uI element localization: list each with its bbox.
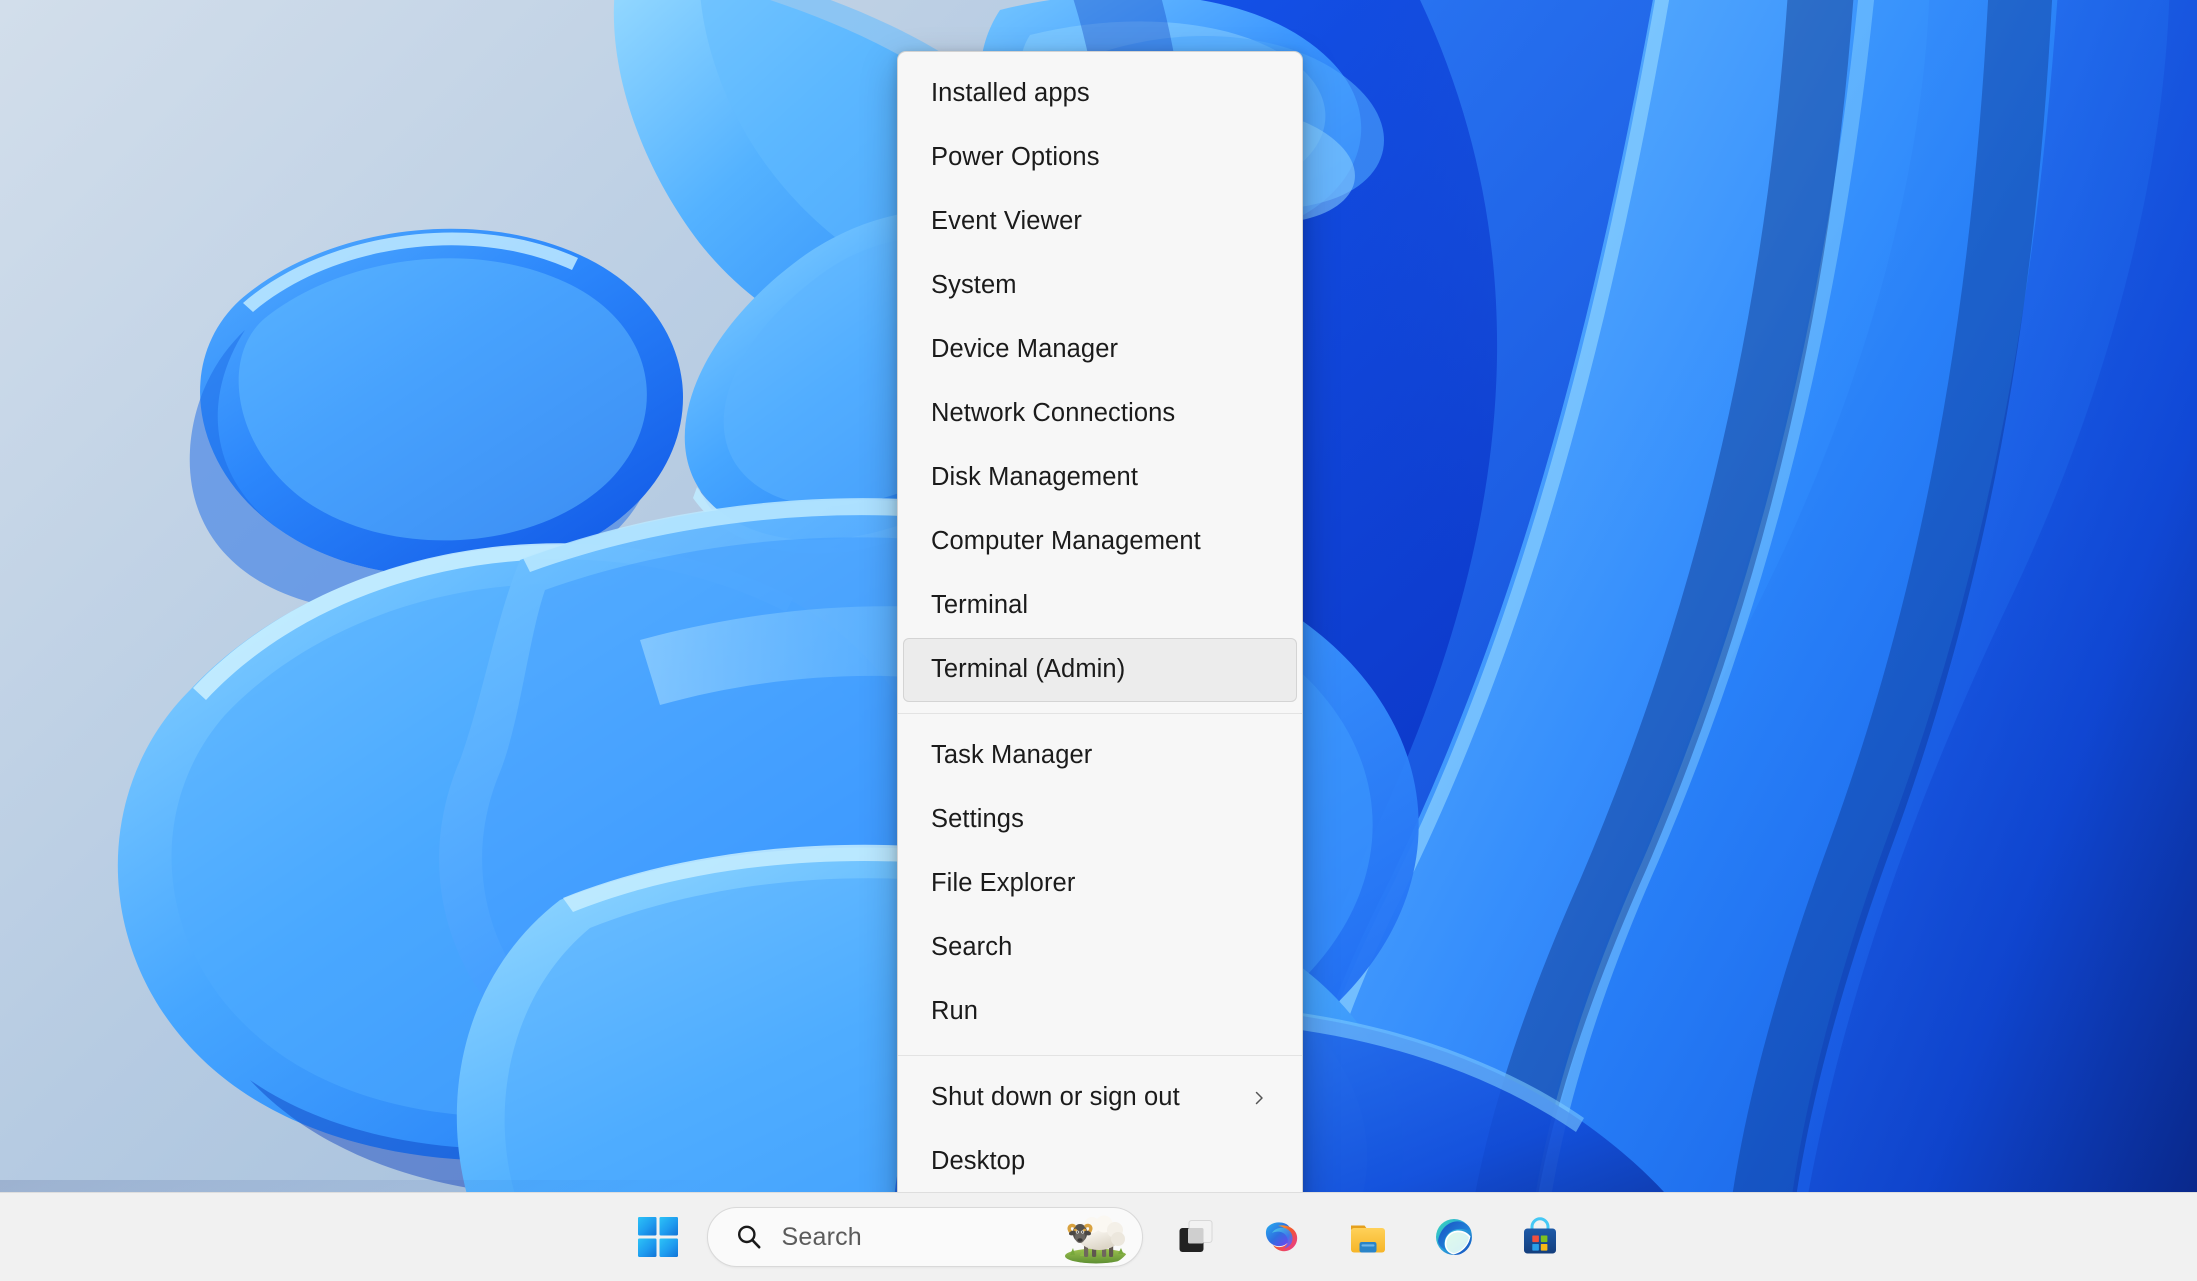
menu-item-label: System bbox=[931, 271, 1017, 300]
microsoft-edge-button[interactable] bbox=[1421, 1204, 1487, 1270]
menu-item-label: File Explorer bbox=[931, 869, 1076, 898]
menu-item-label: Installed apps bbox=[931, 79, 1090, 108]
microsoft-store-button[interactable] bbox=[1507, 1204, 1573, 1270]
menu-item-run[interactable]: Run bbox=[903, 980, 1297, 1044]
task-view-button[interactable] bbox=[1163, 1204, 1229, 1270]
menu-item-label: Network Connections bbox=[931, 399, 1176, 428]
copilot-button[interactable] bbox=[1249, 1204, 1315, 1270]
menu-item-event-viewer[interactable]: Event Viewer bbox=[903, 190, 1297, 254]
menu-item-desktop[interactable]: Desktop bbox=[903, 1130, 1297, 1194]
menu-item-label: Disk Management bbox=[931, 463, 1139, 492]
desktop-screen: Installed apps Power Options Event Viewer S… bbox=[0, 0, 2197, 1281]
menu-item-label: Power Options bbox=[931, 143, 1100, 172]
menu-item-label: Device Manager bbox=[931, 335, 1119, 364]
store-bag-icon bbox=[1519, 1216, 1561, 1258]
menu-item-label: Run bbox=[931, 997, 979, 1026]
menu-item-label: Task Manager bbox=[931, 741, 1093, 770]
task-view-icon bbox=[1175, 1216, 1217, 1258]
taskbar-search-box[interactable]: Search bbox=[706, 1207, 1143, 1267]
menu-item-label: Settings bbox=[931, 805, 1024, 834]
menu-separator bbox=[898, 1055, 1302, 1056]
menu-item-label: Computer Management bbox=[931, 527, 1201, 556]
menu-item-terminal-admin[interactable]: Terminal (Admin) bbox=[903, 638, 1297, 702]
menu-item-label: Terminal bbox=[931, 591, 1029, 620]
sheep-ram-illustration[interactable] bbox=[1060, 1209, 1132, 1265]
menu-item-label: Shut down or sign out bbox=[931, 1083, 1180, 1112]
edge-icon bbox=[1432, 1215, 1476, 1259]
copilot-icon bbox=[1260, 1215, 1304, 1259]
file-explorer-button[interactable] bbox=[1335, 1204, 1401, 1270]
menu-item-terminal[interactable]: Terminal bbox=[903, 574, 1297, 638]
menu-item-system[interactable]: System bbox=[903, 254, 1297, 318]
chevron-right-icon bbox=[1251, 1090, 1267, 1106]
windows-logo-icon bbox=[637, 1216, 679, 1258]
menu-item-computer-management[interactable]: Computer Management bbox=[903, 510, 1297, 574]
taskbar: Search bbox=[0, 1192, 2197, 1281]
menu-item-label: Search bbox=[931, 933, 1013, 962]
menu-item-settings[interactable]: Settings bbox=[903, 788, 1297, 852]
menu-item-shut-down-or-sign-out[interactable]: Shut down or sign out bbox=[903, 1066, 1297, 1130]
winx-context-menu[interactable]: Installed apps Power Options Event Viewer S… bbox=[897, 51, 1303, 1207]
menu-separator bbox=[898, 713, 1302, 714]
search-input-placeholder[interactable]: Search bbox=[782, 1223, 1060, 1252]
taskbar-center-group: Search bbox=[625, 1204, 1573, 1270]
search-icon bbox=[734, 1222, 764, 1252]
menu-item-label: Event Viewer bbox=[931, 207, 1082, 236]
menu-item-search[interactable]: Search bbox=[903, 916, 1297, 980]
taskbar-app-buttons bbox=[1163, 1204, 1573, 1270]
menu-item-power-options[interactable]: Power Options bbox=[903, 126, 1297, 190]
menu-item-task-manager[interactable]: Task Manager bbox=[903, 724, 1297, 788]
menu-item-file-explorer[interactable]: File Explorer bbox=[903, 852, 1297, 916]
menu-item-disk-management[interactable]: Disk Management bbox=[903, 446, 1297, 510]
menu-item-label: Terminal (Admin) bbox=[931, 655, 1126, 684]
start-button[interactable] bbox=[625, 1204, 691, 1270]
menu-item-device-manager[interactable]: Device Manager bbox=[903, 318, 1297, 382]
menu-item-installed-apps[interactable]: Installed apps bbox=[903, 62, 1297, 126]
menu-item-label: Desktop bbox=[931, 1147, 1026, 1176]
menu-item-network-connections[interactable]: Network Connections bbox=[903, 382, 1297, 446]
folder-icon bbox=[1346, 1215, 1390, 1259]
